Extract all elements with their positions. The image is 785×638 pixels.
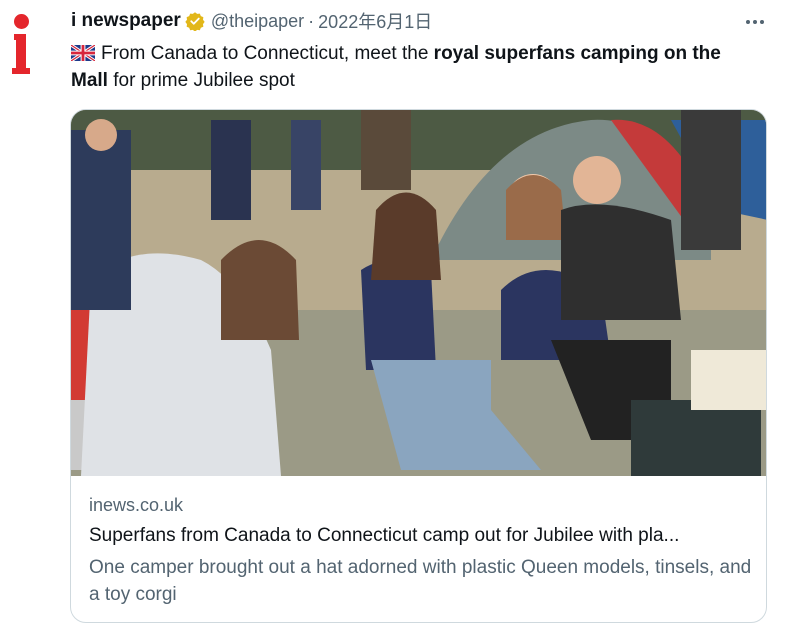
article-photo[interactable]	[71, 110, 766, 476]
card-domain: inews.co.uk	[89, 495, 184, 515]
separator: ·	[308, 10, 315, 31]
uk-flag-icon	[71, 45, 95, 61]
i-newspaper-logo-icon	[12, 34, 30, 74]
verified-badge-icon[interactable]	[185, 11, 205, 31]
dot	[760, 20, 764, 24]
tweet-date[interactable]: 2022年6月1日	[318, 8, 432, 34]
i-logo-dot	[14, 14, 29, 29]
author-display-name[interactable]: i newspaper	[71, 10, 181, 32]
tweet-text-part1: From Canada to Connecticut, meet the	[101, 43, 434, 64]
card-title: Superfans from Canada to Connecticut cam…	[89, 525, 680, 546]
tweet-header: i newspaper @theipaper · 2022年6月1日	[71, 8, 432, 34]
article-photo-illustration	[71, 110, 766, 476]
tweet-text-part2: for prime Jubilee spot	[107, 70, 295, 91]
link-card[interactable]: inews.co.uk Superfans from Canada to Con…	[70, 109, 767, 623]
tweet: i newspaper @theipaper · 2022年6月1日 From …	[0, 0, 785, 638]
dot	[753, 20, 757, 24]
dot	[746, 20, 750, 24]
avatar[interactable]	[4, 10, 54, 74]
more-options-icon[interactable]	[740, 12, 770, 32]
author-handle[interactable]: @theipaper	[211, 11, 304, 32]
tweet-text: From Canada to Connecticut, meet the roy…	[71, 40, 761, 94]
card-description: One camper brought out a hat adorned wit…	[89, 557, 752, 605]
